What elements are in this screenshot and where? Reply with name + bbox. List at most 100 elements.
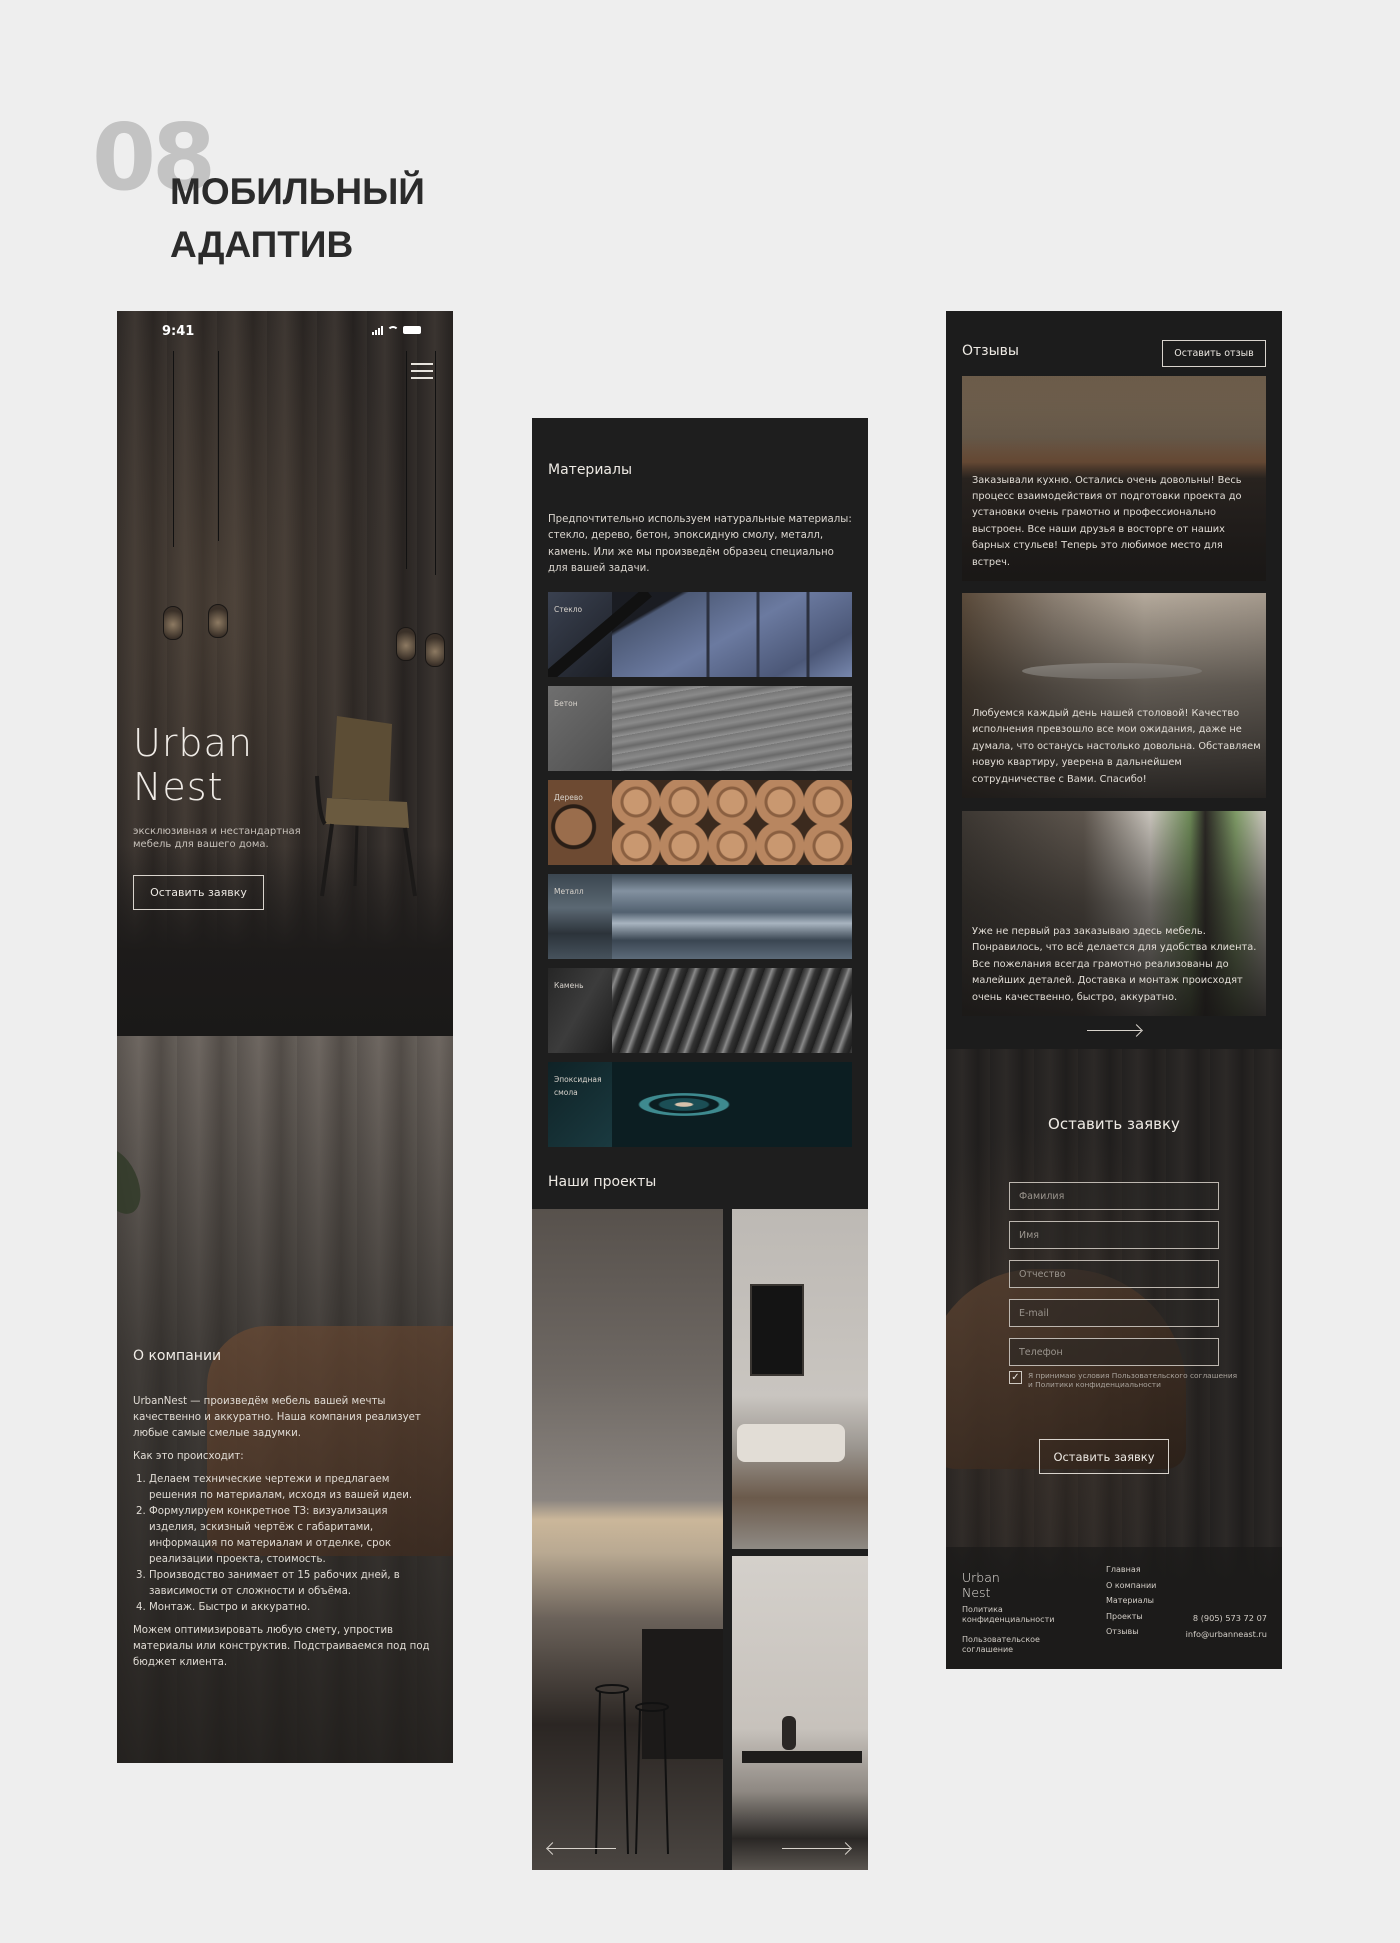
mobile-screen-materials: Материалы Предпочтительно используем нат… [532,418,868,1870]
project-dining-image[interactable] [732,1556,868,1870]
hero-brand-line-2: Nest [133,765,224,809]
footer-brand-line-2: Nest [962,1585,991,1600]
projects-title: Наши проекты [548,1174,657,1190]
wifi-icon [387,325,399,335]
reviews-next-arrow-icon[interactable] [1087,1030,1141,1031]
footer-brand-line-1: Urban [962,1570,1000,1585]
footer-nav-projects[interactable]: Проекты [1106,1612,1156,1621]
about-intro: UrbanNest — произведём мебель вашей мечт… [133,1396,421,1439]
material-label: Дерево [554,793,583,802]
vase [782,1716,796,1750]
consent-text: Я принимаю условия Пользовательского сог… [1028,1371,1238,1389]
about-step: Монтаж. Быстро и аккуратно. [149,1600,438,1616]
footer-nav-home[interactable]: Главная [1106,1565,1156,1574]
project-kitchen-image[interactable] [532,1209,723,1870]
hero-request-button[interactable]: Оставить заявку [133,875,264,910]
projects-header: Наши проекты [548,1174,656,1190]
metal-swatch [612,874,852,959]
status-icons [372,325,421,335]
hero-subtitle: эксклюзивная и нестандартная мебель для … [133,826,301,850]
projects-next-arrow-icon[interactable] [782,1848,850,1849]
review-text: Уже не первый раз заказываю здесь мебель… [972,925,1257,1003]
dining-table [742,1751,862,1763]
patronymic-field[interactable] [1009,1260,1219,1288]
consent-row: ✓ Я принимаю условия Пользовательского с… [1009,1371,1239,1389]
about-step: Делаем технические чертежи и предлагаем … [149,1472,438,1504]
email-field[interactable] [1009,1299,1219,1327]
material-label: Эпоксидная смола [554,1075,602,1097]
submit-request-button[interactable]: Оставить заявку [1039,1439,1169,1474]
materials-description: Предпочтительно используем натуральные м… [548,514,852,574]
projects-prev-arrow-icon[interactable] [548,1848,616,1849]
last-name-field[interactable] [1009,1182,1219,1210]
project-living-room-image[interactable] [732,1209,868,1549]
privacy-policy-link[interactable]: Политика конфиденциальности [962,1605,1072,1625]
mobile-screen-reviews: Отзывы Оставить отзыв Заказывали кухню. … [946,311,1282,1669]
slide-title-line-2: АДАПТИВ [170,224,354,265]
pendant-wire [406,351,407,569]
about-how-label: Как это происходит: [133,1451,244,1462]
hero-section: 9:41 Urban Nest эксклюзивная и нестандар… [117,311,453,1036]
materials-title: Материалы [548,462,632,478]
footer-brand: Urban Nest [962,1570,1000,1600]
signal-icon [372,325,383,335]
about-body: UrbanNest — произведём мебель вашей мечт… [133,1394,438,1678]
mobile-screen-home: 9:41 Urban Nest эксклюзивная и нестандар… [117,311,453,1763]
footer-email[interactable]: info@urbanneast.ru [1186,1629,1267,1639]
slide-title-line-1: МОБИЛЬНЫЙ [170,171,425,212]
material-concrete[interactable]: Бетон [548,686,852,771]
status-bar: 9:41 [117,311,453,353]
review-card: Уже не первый раз заказываю здесь мебель… [962,811,1266,1016]
pendant-lamp-icon [425,633,445,667]
sofa-illustration [737,1424,845,1462]
review-text: Любуемся каждый день нашей столовой! Кач… [972,707,1261,785]
leave-review-button[interactable]: Оставить отзыв [1162,340,1266,367]
pendant-wire [218,351,219,541]
pendant-lamp-icon [163,606,183,640]
material-label: Металл [554,887,584,896]
footer-nav-materials[interactable]: Материалы [1106,1596,1156,1605]
plant-leaf-illustration [117,1140,150,1222]
form-title: Оставить заявку [1048,1115,1180,1133]
review-card: Заказывали кухню. Остались очень довольн… [962,376,1266,581]
material-metal[interactable]: Металл [548,874,852,959]
about-step: Формулируем конкретное ТЗ: визуализация … [149,1504,438,1568]
slide-title: МОБИЛЬНЫЙ АДАПТИВ [170,165,425,271]
reviews-title: Отзывы [962,343,1019,359]
material-glass[interactable]: Стекло [548,592,852,677]
concrete-swatch [612,686,852,771]
bar-stools-illustration [595,1684,669,1855]
review-card: Любуемся каждый день нашей столовой! Кач… [962,593,1266,798]
status-time: 9:41 [162,324,195,339]
hero-brand: Urban Nest [133,721,253,809]
first-name-field[interactable] [1009,1221,1219,1249]
about-step: Производство занимает от 15 рабочих дней… [149,1568,438,1600]
request-form-section: Оставить заявку ✓ Я принимаю условия Пол… [946,1049,1282,1669]
battery-icon [403,326,421,334]
about-section: О компании UrbanNest — произведём мебель… [117,1036,453,1763]
user-agreement-link[interactable]: Пользовательское соглашение [962,1635,1072,1655]
about-steps: Делаем технические чертежи и предлагаем … [133,1472,438,1616]
material-label: Бетон [554,699,578,708]
material-label: Стекло [554,605,583,614]
footer: Urban Nest Политика конфиденциальности П… [946,1547,1282,1669]
phone-field[interactable] [1009,1338,1219,1366]
hero-brand-line-1: Urban [133,721,253,765]
review-text: Заказывали кухню. Остались очень довольн… [972,474,1242,568]
about-title: О компании [133,1348,222,1364]
pendant-lamp-icon [208,604,228,638]
epoxy-swatch [612,1062,852,1147]
footer-phone[interactable]: 8 (905) 573 72 07 [1193,1613,1267,1623]
menu-icon[interactable] [411,363,433,379]
wall-art [750,1284,804,1376]
material-stone[interactable]: Камень [548,968,852,1053]
footer-nav-reviews[interactable]: Отзывы [1106,1627,1156,1636]
material-epoxy[interactable]: Эпоксидная смола [548,1062,852,1147]
about-outro: Можем оптимизировать любую смету, упрост… [133,1625,430,1668]
stone-swatch [612,968,852,1053]
footer-nav: Главная О компании Материалы Проекты Отз… [1106,1565,1156,1636]
material-wood[interactable]: Дерево [548,780,852,865]
material-label: Камень [554,981,584,990]
footer-nav-about[interactable]: О компании [1106,1581,1156,1590]
consent-checkbox[interactable]: ✓ [1009,1371,1022,1384]
